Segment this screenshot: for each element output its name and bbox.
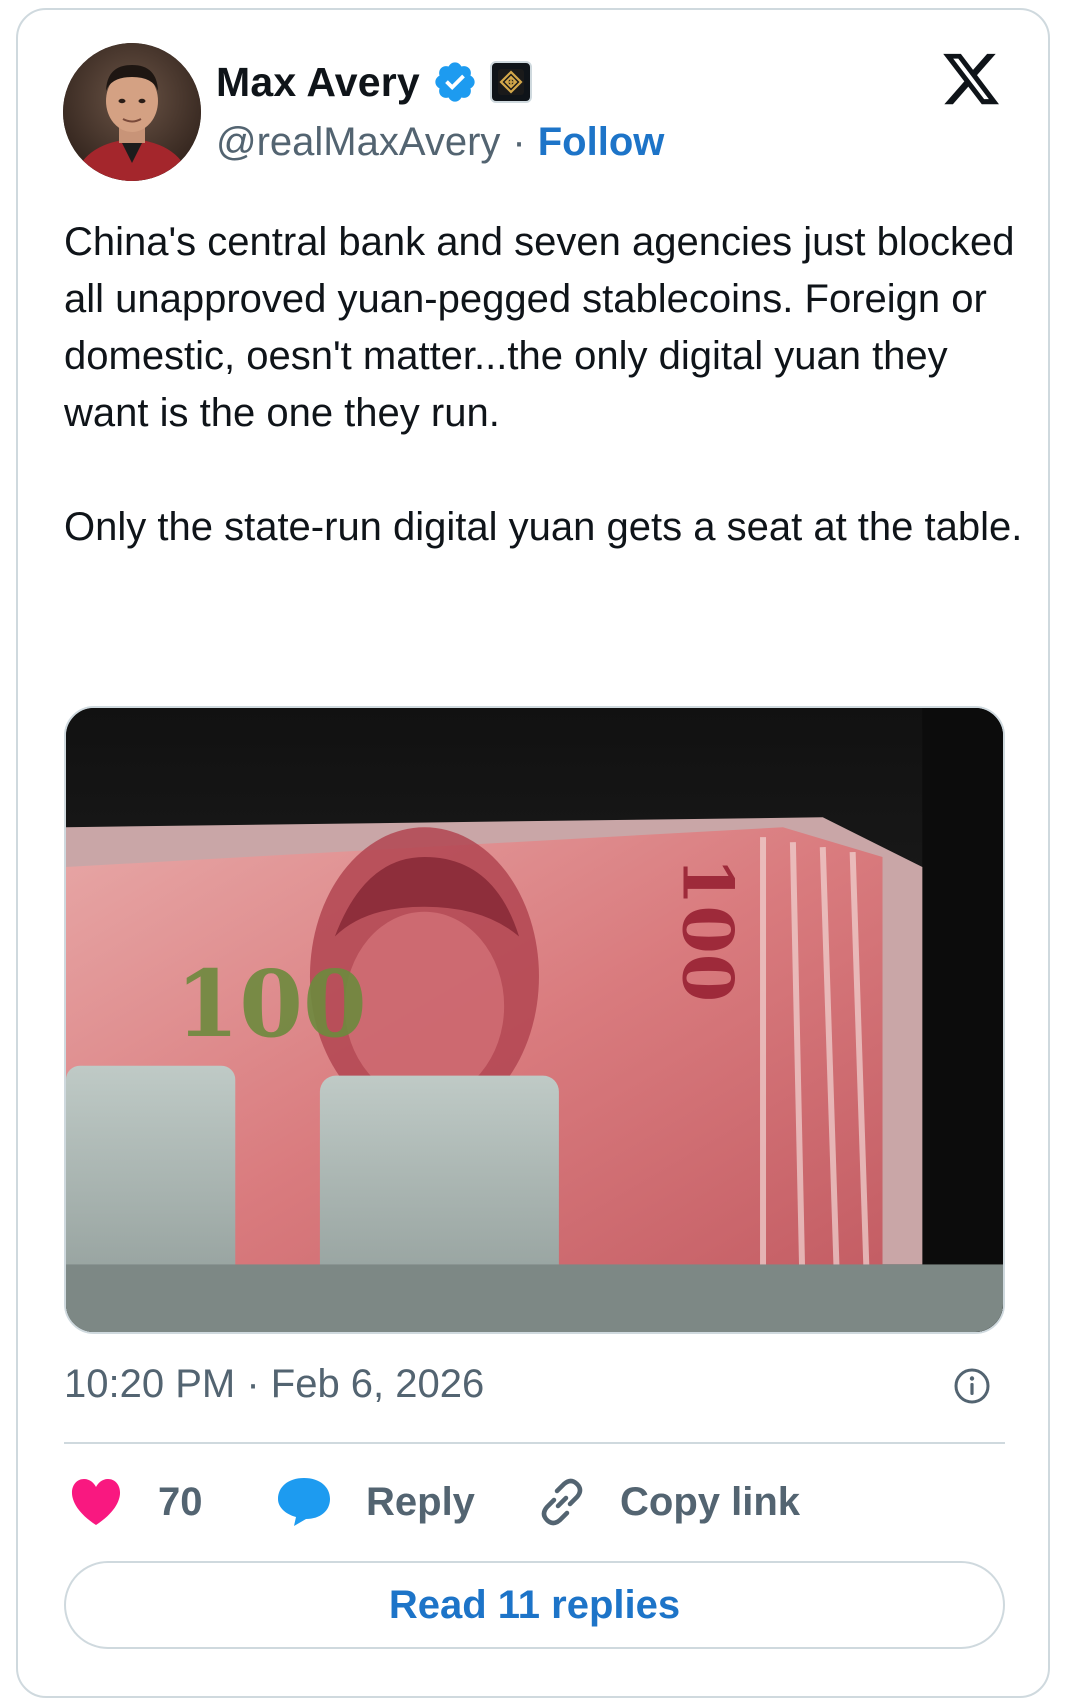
- copy-link-button[interactable]: Copy link: [534, 1472, 800, 1532]
- author-avatar[interactable]: [63, 43, 201, 181]
- author-display-name[interactable]: Max Avery: [216, 59, 420, 106]
- affiliate-badge-icon[interactable]: [489, 61, 532, 103]
- verified-badge-icon: [435, 62, 475, 102]
- heart-icon: [71, 1479, 121, 1525]
- tweet-text: China's central bank and seven agencies …: [64, 214, 1024, 556]
- info-icon[interactable]: [952, 1366, 992, 1406]
- speech-bubble-icon: [278, 1478, 330, 1526]
- reply-button[interactable]: Reply: [276, 1472, 475, 1532]
- x-logo-icon[interactable]: [938, 48, 1004, 110]
- tweet-paragraph: Only the state-run digital yuan gets a s…: [64, 505, 1023, 549]
- author-handle[interactable]: @realMaxAvery: [216, 120, 500, 165]
- avatar-photo: [63, 43, 201, 181]
- follow-button[interactable]: Follow: [538, 120, 665, 165]
- handle-separator: ·: [512, 119, 526, 164]
- svg-text:100: 100: [666, 857, 747, 1002]
- link-icon: [541, 1478, 583, 1526]
- reply-label: Reply: [366, 1479, 475, 1524]
- like-button[interactable]: 70: [68, 1472, 203, 1532]
- tweet-media-photo[interactable]: 100 100: [64, 706, 1005, 1334]
- like-count: 70: [158, 1479, 203, 1524]
- tweet-paragraph: China's central bank and seven agencies …: [64, 220, 1015, 435]
- copy-link-label: Copy link: [620, 1479, 801, 1524]
- svg-text:100: 100: [176, 950, 367, 1058]
- author-handle-row: @realMaxAvery · Follow: [216, 116, 664, 168]
- read-replies-button[interactable]: Read 11 replies: [64, 1561, 1005, 1649]
- author-name-row: Max Avery: [216, 56, 532, 108]
- banknotes-image: 100 100: [66, 708, 1003, 1332]
- tweet-timestamp[interactable]: 10:20 PM · Feb 6, 2026: [64, 1362, 484, 1407]
- divider: [64, 1442, 1005, 1444]
